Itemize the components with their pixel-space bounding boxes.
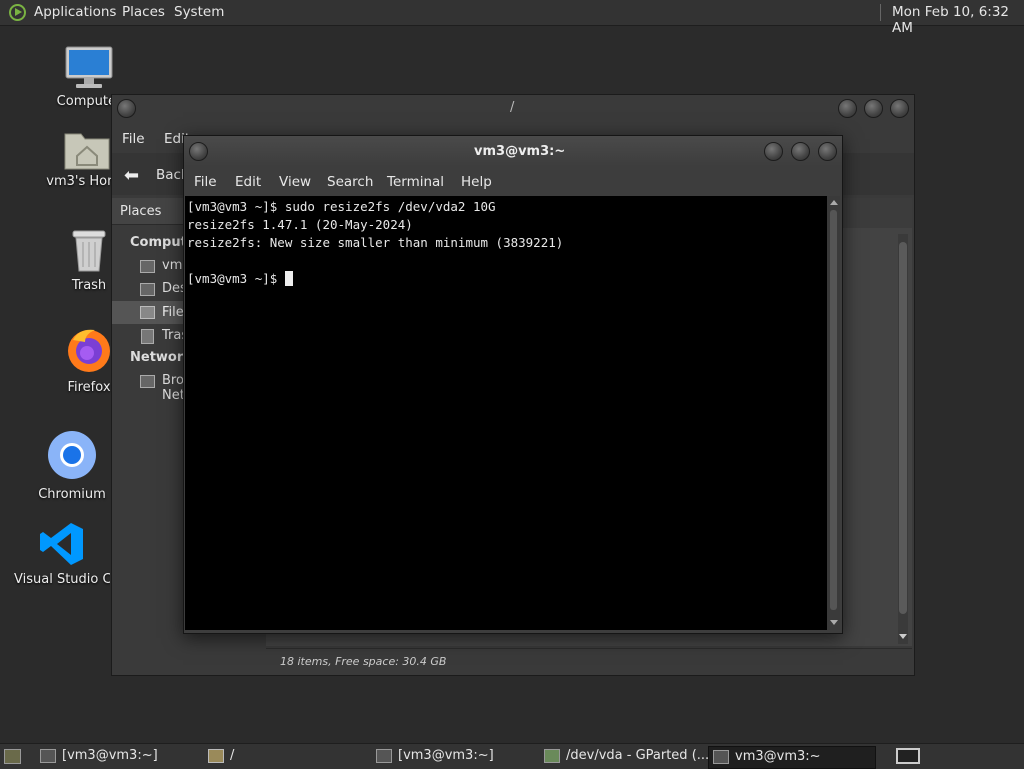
taskbar-item-active[interactable]: vm3@vm3:~: [708, 746, 876, 769]
minimize-button[interactable]: [838, 99, 857, 118]
firefox-icon: [68, 329, 110, 372]
desktop-icon-label: Chromium: [38, 487, 106, 502]
terminal-prompt: [vm3@vm3 ~]$: [187, 271, 285, 286]
scrollbar-thumb[interactable]: [899, 242, 907, 614]
panel-separator: [880, 4, 881, 21]
terminal-menu-help[interactable]: Help: [461, 174, 492, 190]
close-button[interactable]: [890, 99, 909, 118]
terminal-menu-edit[interactable]: Edit: [235, 174, 261, 190]
gparted-icon: [544, 749, 560, 763]
maximize-button[interactable]: [791, 142, 810, 161]
desktop-icon-vscode[interactable]: Visual Studio Code: [14, 521, 110, 587]
computer-icon: [65, 46, 113, 88]
back-arrow-icon[interactable]: ⬅: [124, 165, 139, 186]
terminal-menu-view[interactable]: View: [279, 174, 311, 190]
taskbar-item-label: vm3@vm3:~: [735, 749, 821, 764]
show-desktop-icon[interactable]: [4, 749, 21, 764]
bottom-panel: [vm3@vm3:~] / [vm3@vm3:~] /dev/vda - GPa…: [0, 743, 1024, 769]
desktop-icon-chromium[interactable]: Chromium: [27, 430, 117, 502]
taskbar-item-label: [vm3@vm3:~]: [62, 748, 158, 763]
terminal-scrollbar-thumb[interactable]: [830, 210, 837, 610]
places-menu[interactable]: Places: [122, 4, 165, 20]
window-menu-button[interactable]: [189, 142, 208, 161]
minimize-button[interactable]: [764, 142, 783, 161]
terminal-titlebar[interactable]: vm3@vm3:~: [184, 136, 842, 166]
taskbar-item[interactable]: /: [208, 746, 368, 767]
trash-icon: [72, 230, 106, 272]
terminal-line: [vm3@vm3 ~]$ sudo resize2fs /dev/vda2 10…: [187, 199, 496, 214]
desktop-icon-label: Visual Studio Code: [14, 572, 110, 587]
terminal-icon: [40, 749, 56, 763]
window-title: vm3@vm3:~: [474, 144, 566, 159]
terminal-menu-terminal[interactable]: Terminal: [387, 174, 444, 190]
applications-menu[interactable]: Applications: [34, 4, 116, 20]
chromium-icon: [48, 431, 96, 479]
window-menu-button[interactable]: [117, 99, 136, 118]
status-bar: 18 items, Free space: 30.4 GB: [266, 648, 912, 675]
terminal-line: resize2fs 1.47.1 (20-May-2024): [187, 217, 413, 232]
home-folder-icon: [64, 133, 110, 170]
scroll-up-arrow-icon[interactable]: [830, 200, 838, 205]
network-icon: [140, 375, 155, 388]
taskbar-item[interactable]: [vm3@vm3:~]: [376, 746, 536, 767]
folder-icon: [208, 749, 224, 763]
terminal-menu-search[interactable]: Search: [327, 174, 373, 190]
scroll-down-arrow-icon[interactable]: [899, 634, 907, 639]
workspace-switcher[interactable]: [896, 748, 920, 764]
taskbar-item-label: [vm3@vm3:~]: [398, 748, 494, 763]
terminal-icon: [376, 749, 392, 763]
terminal-menu-file[interactable]: File: [194, 174, 217, 190]
system-menu[interactable]: System: [174, 4, 224, 20]
close-button[interactable]: [818, 142, 837, 161]
terminal-icon: [713, 750, 729, 764]
terminal-line: resize2fs: New size smaller than minimum…: [187, 235, 564, 250]
clock[interactable]: Mon Feb 10, 6:32 AM: [892, 4, 1024, 36]
file-manager-titlebar[interactable]: /: [112, 95, 914, 121]
terminal-cursor: [284, 271, 293, 286]
taskbar-item[interactable]: /dev/vda - GParted (...: [544, 746, 710, 767]
trash-icon: [141, 329, 154, 344]
terminal-scrollbar[interactable]: [827, 196, 840, 630]
desktop-icon: [140, 283, 155, 296]
fm-menu-file[interactable]: File: [122, 131, 145, 147]
taskbar-item-label: /: [230, 748, 235, 763]
window-title: /: [510, 100, 515, 115]
terminal-window[interactable]: vm3@vm3:~ File Edit View Search Terminal…: [183, 135, 843, 634]
vertical-scrollbar[interactable]: [898, 234, 908, 644]
sidebar-header-label: Places: [120, 204, 162, 219]
top-panel: Applications Places System Mon Feb 10, 6…: [0, 0, 1024, 36]
maximize-button[interactable]: [864, 99, 883, 118]
vscode-icon: [40, 523, 83, 565]
home-icon: [140, 260, 155, 273]
mate-logo-icon[interactable]: [9, 4, 26, 21]
terminal-output[interactable]: [vm3@vm3 ~]$ sudo resize2fs /dev/vda2 10…: [185, 196, 827, 630]
taskbar-item[interactable]: [vm3@vm3:~]: [40, 746, 200, 767]
drive-icon: [140, 306, 155, 319]
taskbar-item-label: /dev/vda - GParted (...: [566, 748, 710, 763]
scroll-down-arrow-icon[interactable]: [830, 620, 838, 625]
status-text: 18 items, Free space: 30.4 GB: [280, 655, 447, 668]
terminal-prompt-line: [vm3@vm3 ~]$: [187, 271, 293, 286]
